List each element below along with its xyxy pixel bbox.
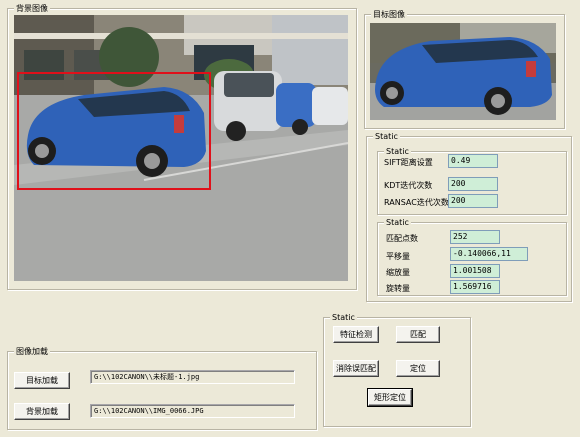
blue-car-scene (370, 23, 556, 120)
image-load-group-title: 图像加载 (14, 346, 50, 357)
parking-lot-scene (14, 15, 348, 281)
match-count-label: 匹配点数 (386, 234, 418, 243)
background-group-title: 背景图像 (14, 3, 50, 14)
parameters-group-title: Static (384, 146, 411, 157)
scale-label: 缩放量 (386, 268, 410, 277)
ransac-iterations-label: RANSAC迭代次数 (384, 198, 449, 207)
match-count-field[interactable]: 252 (450, 230, 500, 244)
sift-distance-field[interactable]: 0.49 (448, 154, 498, 168)
remove-mismatch-button[interactable]: 消除误匹配 (333, 360, 379, 377)
rotation-label: 旋转量 (386, 284, 410, 293)
results-group-title: Static (384, 217, 411, 228)
sift-distance-label: SIFT距离设置 (384, 158, 433, 167)
feature-detect-button[interactable]: 特征检测 (333, 326, 379, 343)
target-path-field[interactable]: G:\\102CANON\\未标题-1.jpg (90, 370, 295, 384)
static-outer-title: Static (373, 131, 400, 142)
actions-group-title: Static (330, 312, 357, 323)
ransac-iterations-field[interactable]: 200 (448, 194, 498, 208)
kdt-iterations-field[interactable]: 200 (448, 177, 498, 191)
rect-locate-button[interactable]: 矩形定位 (367, 388, 413, 407)
target-group-title: 目标图像 (371, 9, 407, 20)
match-button[interactable]: 匹配 (396, 326, 440, 343)
background-photo (14, 15, 348, 281)
load-target-button[interactable]: 目标加载 (14, 372, 70, 389)
background-path-field[interactable]: G:\\102CANON\\IMG_0066.JPG (90, 404, 295, 418)
rotation-field[interactable]: 1.569716 (450, 280, 500, 294)
target-photo (370, 23, 556, 120)
scale-field[interactable]: 1.001508 (450, 264, 500, 278)
locate-button[interactable]: 定位 (396, 360, 440, 377)
translation-label: 平移量 (386, 252, 410, 261)
load-background-button[interactable]: 背景加载 (14, 403, 70, 420)
kdt-iterations-label: KDT迭代次数 (384, 181, 433, 190)
translation-field[interactable]: -0.140066,11 (450, 247, 528, 261)
